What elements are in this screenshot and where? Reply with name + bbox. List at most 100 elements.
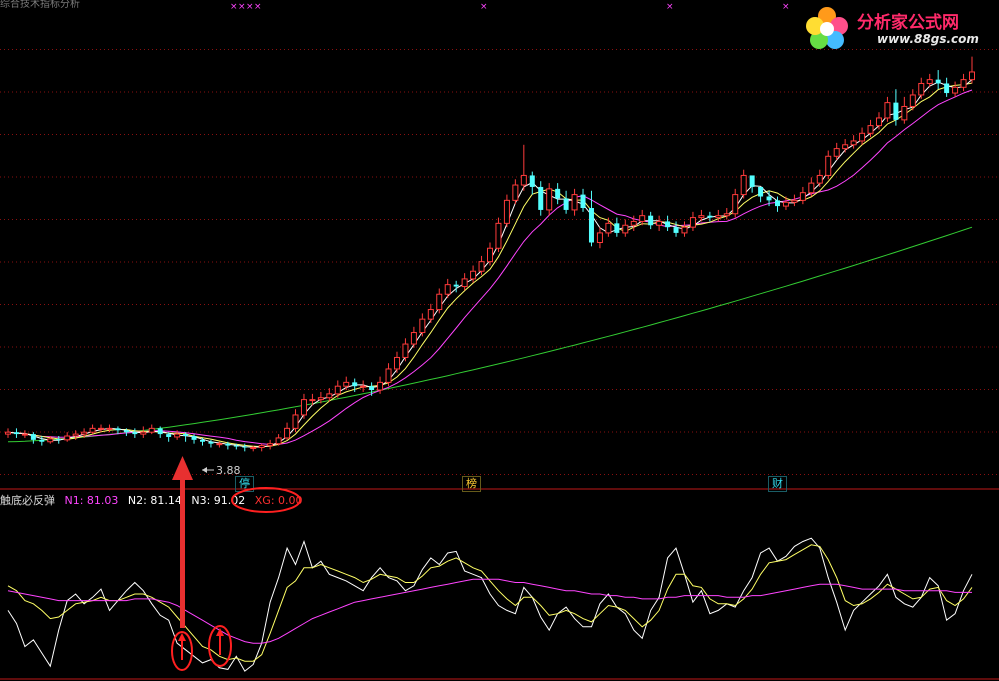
candle-body	[884, 102, 891, 119]
candle-body	[47, 438, 54, 443]
candle-body	[766, 196, 772, 201]
indicator-chart[interactable]	[0, 490, 999, 681]
candle	[681, 221, 688, 237]
candle-body	[334, 385, 341, 395]
candle	[859, 127, 866, 145]
candle	[656, 215, 663, 232]
candle-body	[944, 83, 950, 94]
n3-line	[7, 578, 972, 644]
candle-body	[242, 446, 248, 448]
indicator-lines	[7, 537, 973, 672]
candle-body	[410, 332, 417, 345]
candle-body	[30, 434, 36, 440]
candle-body	[596, 232, 603, 243]
candle-body	[115, 428, 121, 431]
candle-body	[123, 430, 129, 433]
candle	[969, 56, 975, 84]
candle-body	[64, 435, 71, 441]
candle-body	[174, 433, 181, 438]
candle	[665, 215, 671, 232]
candle-body	[56, 438, 62, 440]
candle-body	[648, 215, 654, 226]
price-grid	[0, 49, 999, 475]
candle-body	[284, 427, 291, 439]
candle	[520, 144, 527, 191]
candle-body	[419, 318, 426, 334]
candle-body	[850, 140, 857, 146]
candle	[427, 303, 434, 323]
candle	[267, 439, 274, 450]
n1-value: N1: 81.03	[64, 494, 119, 507]
candle-body	[377, 381, 384, 391]
candle	[596, 227, 603, 249]
indicator-pane	[0, 490, 999, 681]
candle	[622, 219, 629, 237]
candle-body	[352, 382, 358, 387]
candle-body	[630, 220, 637, 226]
candle	[749, 175, 755, 193]
candle-body	[614, 223, 620, 233]
low-marker-arrow-icon	[202, 467, 207, 473]
candle-body	[901, 105, 908, 121]
candle	[546, 183, 553, 216]
candle	[369, 382, 375, 396]
candle-body	[402, 343, 409, 358]
candle-body	[875, 117, 882, 127]
candle-body	[740, 174, 747, 196]
candle-body	[538, 186, 544, 210]
ma-long-line	[7, 89, 973, 446]
candle-body	[546, 188, 553, 211]
indicator-header: 触底必反弹 N1: 81.03 N2: 81.14 N3: 91.02 XG: …	[0, 492, 309, 508]
candle-body	[867, 125, 874, 134]
candle	[393, 351, 400, 373]
candle-body	[385, 368, 392, 383]
n2-line	[7, 544, 973, 662]
candle-body	[72, 433, 79, 437]
candle	[64, 432, 71, 442]
candle	[614, 217, 620, 237]
candle-body	[689, 217, 696, 228]
candle	[935, 70, 941, 90]
candle-body	[758, 186, 764, 197]
candle-body	[842, 144, 849, 150]
candle	[775, 196, 781, 212]
candle-body	[622, 224, 629, 234]
candle-body	[267, 443, 274, 447]
candle	[605, 217, 612, 237]
candle-body	[191, 436, 197, 440]
candle	[148, 424, 155, 435]
candlestick-chart[interactable]: × × × × × × ×	[0, 0, 999, 490]
candle	[512, 179, 519, 205]
candle-body	[673, 227, 679, 233]
candle	[444, 278, 451, 299]
signal-x-marker: ×	[254, 2, 262, 12]
candle-body	[106, 427, 113, 430]
candle-body	[495, 222, 502, 249]
candle	[960, 73, 967, 92]
candle-body	[39, 439, 45, 442]
candle	[529, 171, 535, 195]
candles	[5, 56, 975, 452]
candle-body	[233, 445, 239, 447]
candle-body	[317, 397, 324, 401]
candle	[140, 426, 147, 438]
candle	[300, 393, 307, 419]
candle	[132, 428, 138, 438]
candle-body	[859, 132, 866, 142]
candle	[495, 217, 502, 253]
candle	[89, 424, 96, 435]
candle	[436, 288, 443, 314]
candle-body	[487, 247, 493, 263]
candle-body	[952, 86, 959, 94]
candle-body	[292, 414, 299, 429]
candle-body	[166, 434, 172, 437]
candle	[758, 186, 764, 203]
candle-body	[258, 445, 265, 449]
candle-body	[13, 432, 19, 435]
candle	[799, 186, 806, 205]
candle	[884, 96, 891, 122]
price-pane: × × × × × × × 3.88 停 榜 财	[0, 0, 999, 492]
candle-body	[816, 174, 823, 184]
candle-body	[208, 441, 214, 444]
candle-body	[563, 198, 569, 210]
